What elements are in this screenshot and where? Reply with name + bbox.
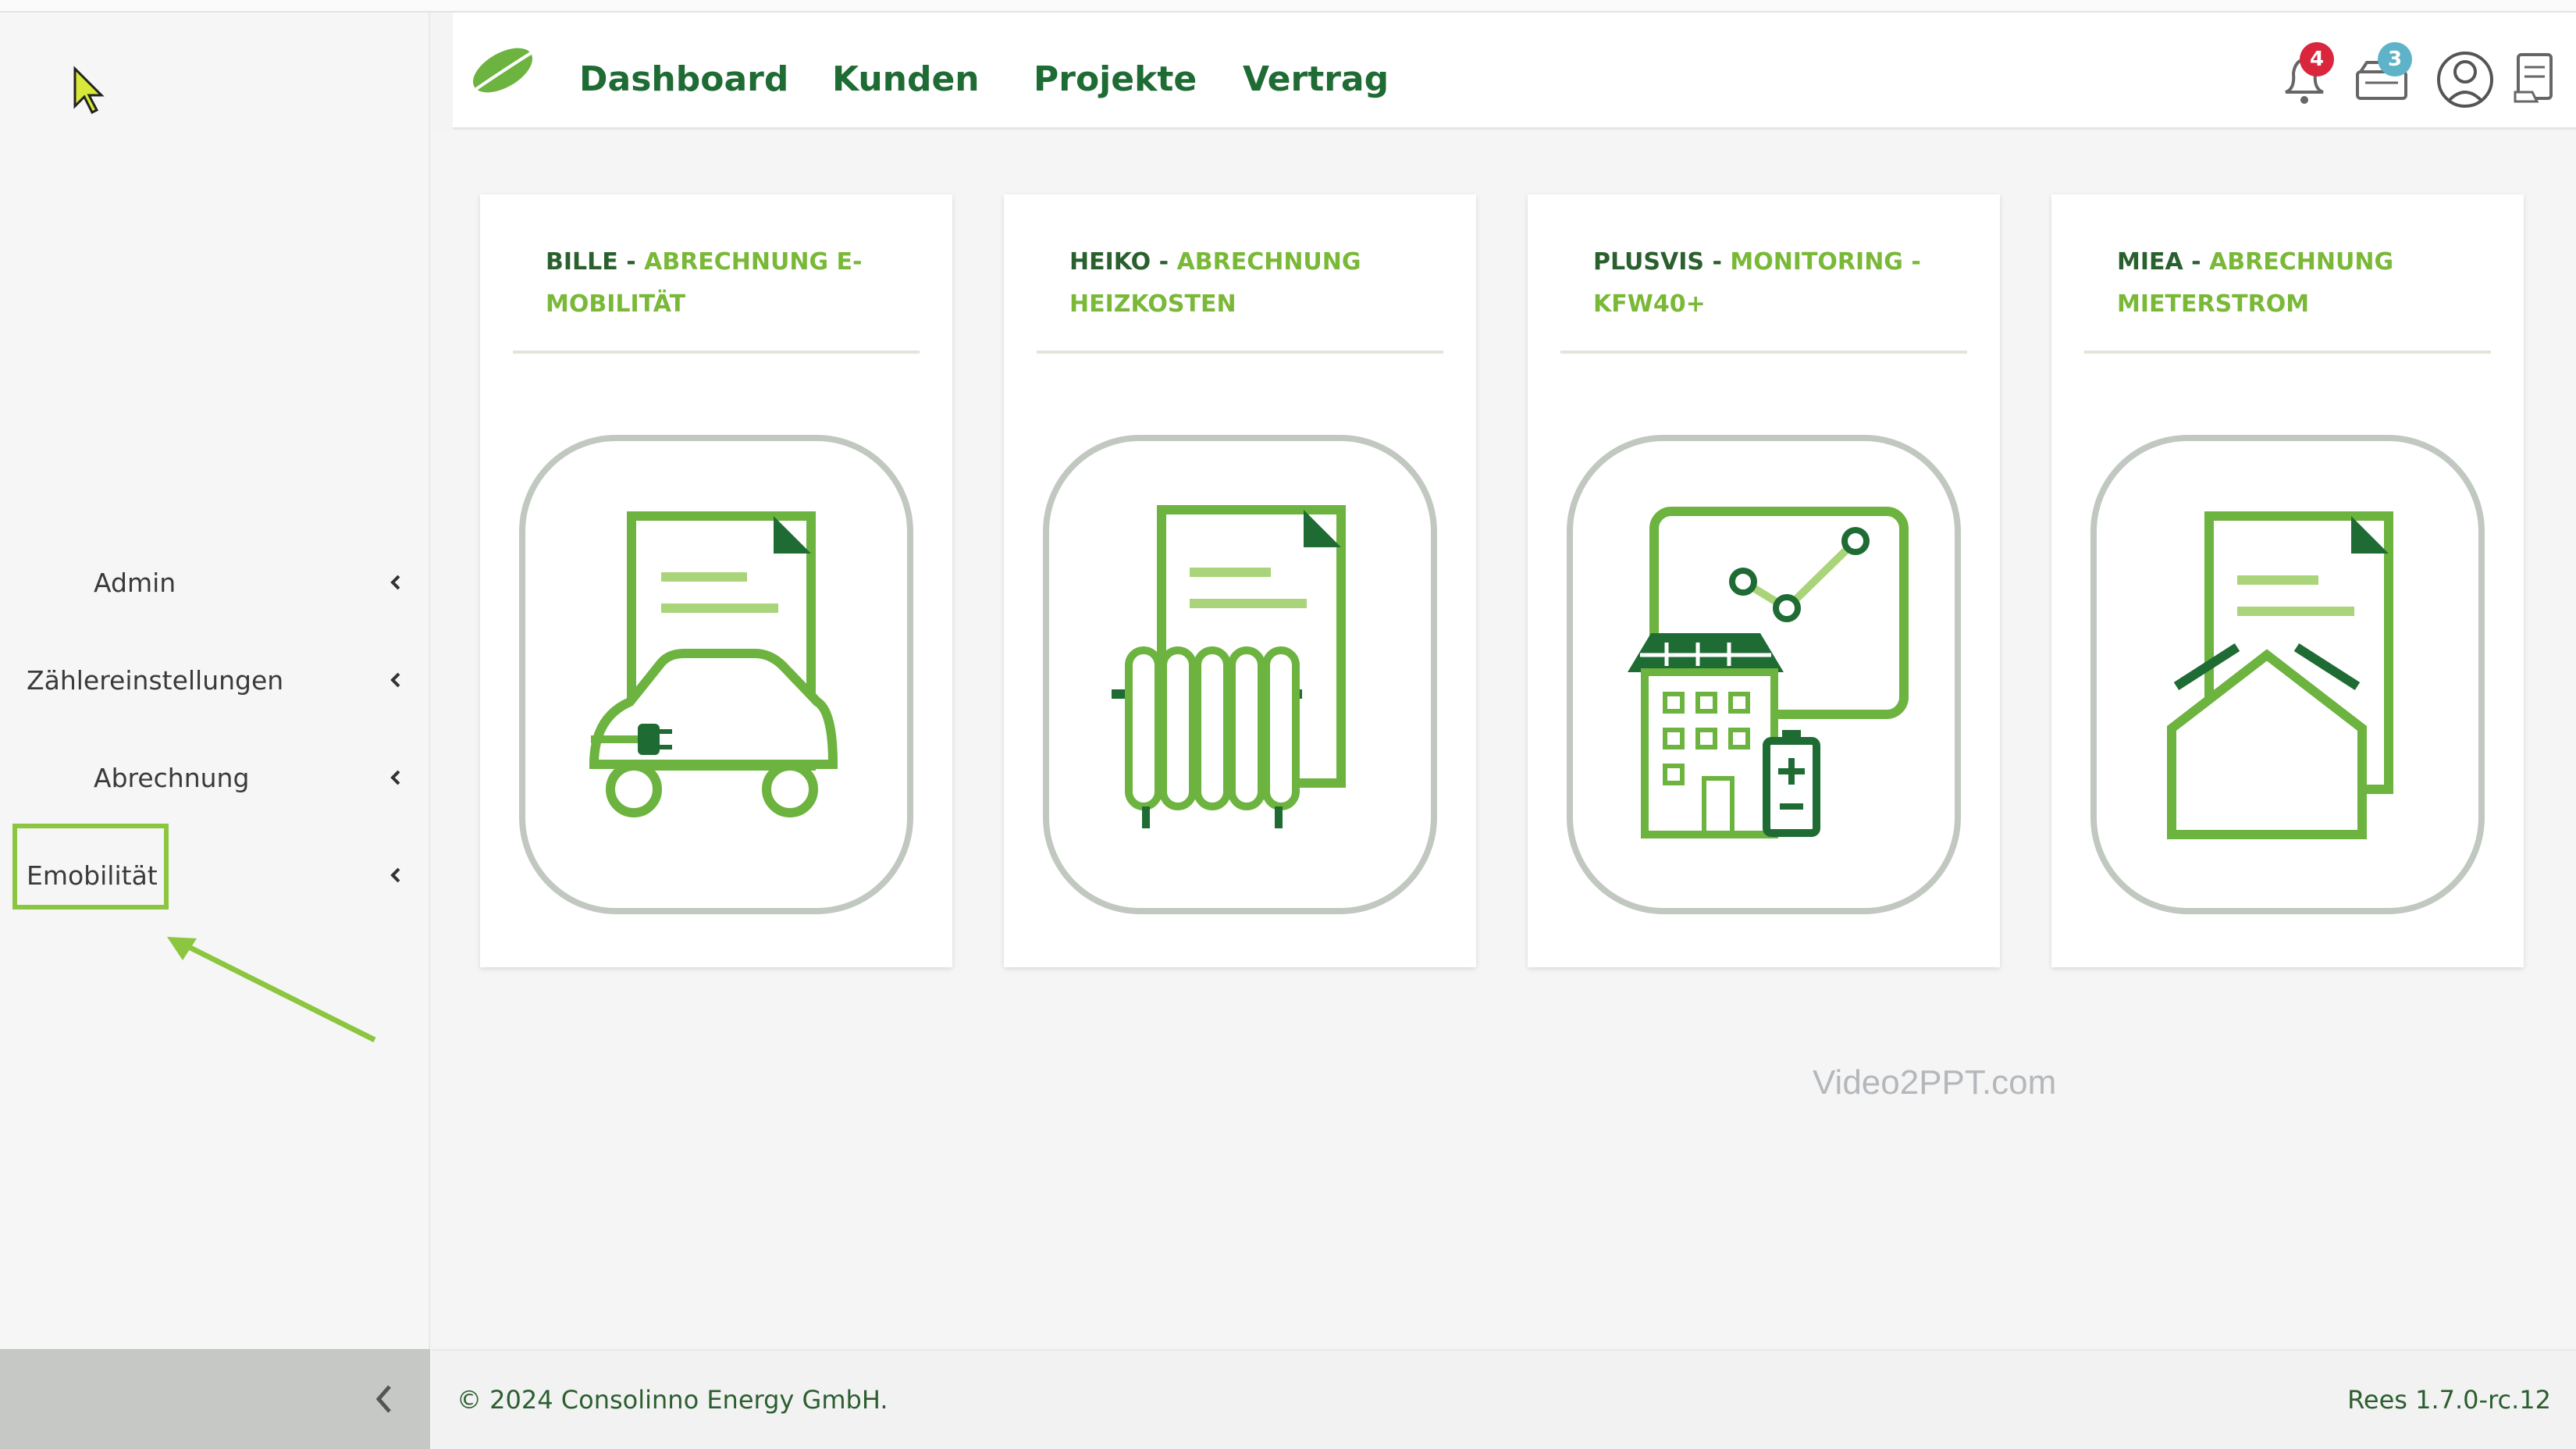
browser-top-strip [0,0,2576,12]
app-card-miea[interactable]: MIEA - ABRECHNUNG MIETERSTROM [2051,194,2524,967]
mouse-cursor-icon [73,66,105,115]
card-title: BILLE - ABRECHNUNG E-MOBILITÄT [546,248,863,318]
card-title: HEIKO - ABRECHNUNG HEIZKOSTEN [1069,248,1361,318]
nav-vertrag[interactable]: Vertrag [1243,59,1389,99]
document-list-icon[interactable] [2509,44,2564,114]
card-title: MIEA - ABRECHNUNG MIETERSTROM [2117,248,2394,318]
house-document-icon [2090,435,2485,914]
notifications-badge: 4 [2300,42,2334,77]
app-card-plusvis[interactable]: PLUSVIS - MONITORING - KFW40+ [1528,194,2000,967]
highlight-box [12,824,169,910]
nav-projekte[interactable]: Projekte [1034,59,1197,99]
version-text: Rees 1.7.0-rc.12 [2347,1385,2551,1415]
user-avatar-icon[interactable] [2434,44,2496,114]
notifications-button[interactable]: 4 [2272,42,2334,114]
card-divider [2084,351,2491,354]
sidebar-item-abrechnung[interactable]: Abrechnung [0,746,430,809]
messages-badge: 3 [2378,42,2412,77]
card-divider [1037,351,1443,354]
card-title: PLUSVIS - MONITORING - KFW40+ [1593,248,1921,318]
top-navbar: Dashboard Kunden Projekte Vertrag 4 3 [453,12,2576,130]
copyright-text: © 2024 Consolinno Energy GmbH. [457,1385,888,1415]
collapse-sidebar-icon[interactable] [361,1376,408,1422]
card-divider [1560,351,1967,354]
sidebar-item-label: Zählereinstellungen [27,664,284,696]
annotation-arrow-icon [167,937,376,1043]
leaf-logo-icon[interactable] [462,39,540,101]
chevron-left-icon [390,770,400,785]
main-content: BILLE - ABRECHNUNG E-MOBILITÄT HEIKO - A… [432,132,2576,1350]
solar-house-monitoring-icon [1567,435,1961,914]
card-divider [513,351,920,354]
sidebar-item-label: Abrechnung [94,762,250,793]
chevron-left-icon [390,867,400,883]
ev-charging-document-icon [519,435,913,914]
chevron-left-icon [390,672,400,688]
nav-kunden[interactable]: Kunden [832,59,980,99]
radiator-document-icon [1043,435,1437,914]
app-card-bille[interactable]: BILLE - ABRECHNUNG E-MOBILITÄT [480,194,952,967]
sidebar: Admin Zählereinstellungen Abrechnung Emo… [0,12,430,1449]
sidebar-item-zaehlereinstellungen[interactable]: Zählereinstellungen [0,649,430,711]
sidebar-footer [0,1349,430,1449]
chevron-left-icon [390,575,400,590]
nav-dashboard[interactable]: Dashboard [579,59,788,99]
sidebar-item-admin[interactable]: Admin [0,551,430,614]
messages-button[interactable]: 3 [2350,42,2417,114]
watermark-text: Video2PPT.com [1813,1063,2057,1102]
sidebar-item-label: Admin [94,567,176,598]
page-footer: © 2024 Consolinno Energy GmbH. Rees 1.7.… [432,1349,2576,1449]
app-card-heiko[interactable]: HEIKO - ABRECHNUNG HEIZKOSTEN [1004,194,1476,967]
